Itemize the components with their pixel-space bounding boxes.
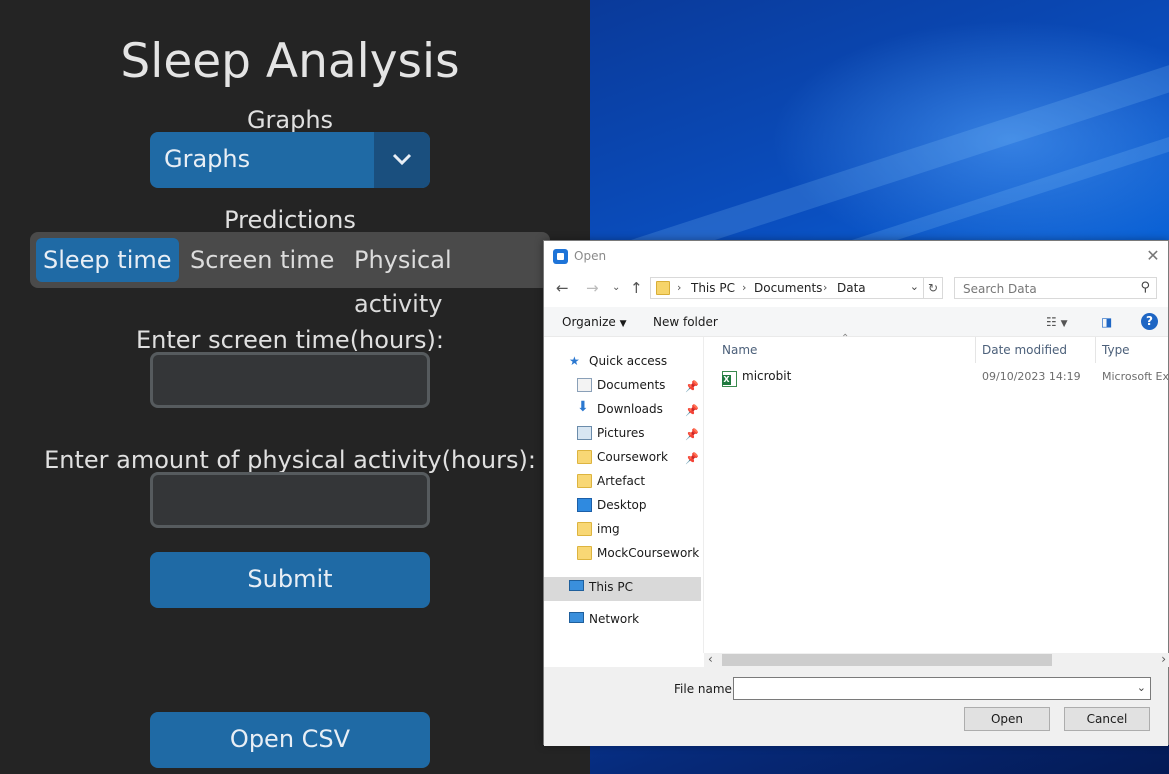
open-button[interactable]: Open bbox=[964, 707, 1050, 731]
pin-icon[interactable]: 📌 bbox=[685, 380, 699, 393]
nav-desktop-label: Desktop bbox=[597, 498, 647, 512]
network-icon bbox=[569, 612, 584, 623]
breadcrumb-separator-icon: › bbox=[742, 281, 747, 294]
pin-icon[interactable]: 📌 bbox=[685, 404, 699, 417]
column-divider[interactable] bbox=[975, 337, 976, 363]
navigation-pane: ★ Quick access Documents 📌 ⬇ Downloads 📌… bbox=[544, 337, 704, 653]
breadcrumb-this-pc[interactable]: This PC bbox=[691, 281, 735, 295]
file-row-name[interactable]: microbit bbox=[742, 369, 791, 383]
segment-sleep-time[interactable]: Sleep time bbox=[36, 238, 179, 282]
command-bar: Organize ▼ New folder ☷ ▼ ◨ ? bbox=[544, 307, 1168, 337]
sleep-analysis-window: Sleep Analysis Graphs Graphs Predictions… bbox=[0, 0, 590, 774]
scroll-left-icon[interactable]: ‹ bbox=[708, 652, 713, 666]
graphs-label: Graphs bbox=[246, 106, 334, 134]
horizontal-scrollbar[interactable]: ‹ › bbox=[704, 652, 1169, 667]
pin-icon[interactable]: 📌 bbox=[685, 452, 699, 465]
folder-icon bbox=[577, 522, 592, 536]
column-header-type[interactable]: Type bbox=[1102, 343, 1130, 357]
recent-locations-chevron-icon[interactable]: ⌄ bbox=[612, 282, 620, 293]
nav-artefact-label: Artefact bbox=[597, 474, 646, 488]
pin-icon[interactable]: 📌 bbox=[685, 428, 699, 441]
column-header-date-modified[interactable]: Date modified bbox=[982, 343, 1067, 357]
dialog-title: Open bbox=[574, 249, 607, 263]
view-options-icon[interactable]: ☷ ▼ bbox=[1046, 315, 1068, 329]
organize-label: Organize bbox=[562, 315, 616, 329]
file-name-label: File name: bbox=[674, 682, 736, 696]
scrollbar-thumb[interactable] bbox=[722, 654, 1052, 666]
sort-ascending-icon: ⌃ bbox=[841, 333, 850, 344]
star-icon: ★ bbox=[569, 354, 580, 368]
column-divider[interactable] bbox=[1095, 337, 1096, 363]
segment-screen-time[interactable]: Screen time bbox=[183, 238, 341, 282]
graphs-dropdown-value: Graphs bbox=[164, 145, 251, 173]
desktop-icon bbox=[577, 498, 592, 512]
chevron-down-icon[interactable]: ⌄ bbox=[1137, 681, 1146, 694]
nav-pictures-label: Pictures bbox=[597, 426, 645, 440]
nav-mockcoursework-label: MockCoursework bbox=[597, 546, 700, 560]
app-icon bbox=[553, 249, 568, 264]
chevron-down-icon[interactable]: ⌄ bbox=[910, 280, 919, 293]
nav-documents-label: Documents bbox=[597, 378, 666, 392]
cancel-button[interactable]: Cancel bbox=[1064, 707, 1150, 731]
physical-activity-input[interactable] bbox=[150, 472, 430, 528]
excel-file-icon bbox=[722, 371, 737, 387]
app-title: Sleep Analysis bbox=[120, 34, 460, 89]
file-row-date: 09/10/2023 14:19 bbox=[982, 370, 1081, 383]
address-bar[interactable]: › This PC › Documents › Data ⌄ bbox=[650, 277, 924, 299]
download-arrow-icon: ⬇ bbox=[577, 399, 589, 415]
forward-arrow-icon[interactable]: → bbox=[586, 279, 599, 297]
submit-button[interactable]: Submit bbox=[150, 552, 430, 608]
chevron-down-icon: ▼ bbox=[619, 319, 627, 329]
back-arrow-icon[interactable]: ← bbox=[556, 279, 569, 297]
nav-this-pc-label: This PC bbox=[589, 580, 633, 594]
new-folder-button[interactable]: New folder bbox=[653, 315, 718, 329]
predictions-segmented-button: Sleep time Screen time Physical activity bbox=[30, 232, 550, 318]
nav-coursework-label: Coursework bbox=[597, 450, 668, 464]
help-icon[interactable]: ? bbox=[1141, 313, 1158, 330]
documents-icon bbox=[577, 378, 592, 392]
breadcrumb-data[interactable]: Data bbox=[837, 281, 866, 295]
up-arrow-icon[interactable]: ↑ bbox=[630, 279, 643, 297]
dropdown-arrow[interactable] bbox=[374, 132, 430, 188]
folder-icon bbox=[577, 546, 592, 560]
organize-menu[interactable]: Organize ▼ bbox=[562, 315, 627, 329]
file-name-input[interactable]: ⌄ bbox=[733, 677, 1151, 700]
graphs-dropdown[interactable]: Graphs bbox=[150, 132, 430, 188]
screen-time-input[interactable] bbox=[150, 352, 430, 408]
folder-icon bbox=[656, 281, 670, 295]
refresh-icon[interactable]: ↻ bbox=[924, 277, 943, 299]
search-box[interactable]: Search Data ⚲ bbox=[954, 277, 1157, 299]
dialog-titlebar[interactable]: Open ✕ bbox=[544, 241, 1168, 271]
breadcrumb-separator-icon: › bbox=[677, 281, 682, 294]
open-csv-button[interactable]: Open CSV bbox=[150, 712, 430, 768]
dialog-footer: File name: ⌄ Open Cancel bbox=[544, 667, 1168, 746]
screen-time-label: Enter screen time(hours): bbox=[136, 326, 444, 354]
close-icon[interactable]: ✕ bbox=[1142, 245, 1164, 267]
predictions-label: Predictions bbox=[224, 206, 356, 234]
search-icon: ⚲ bbox=[1140, 280, 1150, 295]
scroll-right-icon[interactable]: › bbox=[1161, 652, 1166, 666]
open-file-dialog: Open ✕ ← → ⌄ ↑ › This PC › Documents › D… bbox=[543, 240, 1169, 746]
breadcrumb-documents[interactable]: Documents bbox=[754, 281, 822, 295]
physical-activity-label: Enter amount of physical activity(hours)… bbox=[44, 446, 536, 474]
nav-network-label: Network bbox=[589, 612, 640, 626]
folder-icon bbox=[577, 450, 592, 464]
chevron-down-icon bbox=[392, 153, 412, 166]
nav-quick-access-label: Quick access bbox=[589, 354, 668, 368]
file-row-type: Microsoft Ex bbox=[1102, 370, 1169, 383]
pictures-icon bbox=[577, 426, 592, 440]
nav-downloads-label: Downloads bbox=[597, 402, 663, 416]
nav-img-label: img bbox=[597, 522, 620, 536]
segment-physical-activity[interactable]: Physical activity bbox=[347, 238, 550, 318]
computer-icon bbox=[569, 580, 584, 591]
folder-icon bbox=[577, 474, 592, 488]
preview-pane-icon[interactable]: ◨ bbox=[1101, 315, 1112, 329]
column-header-name[interactable]: Name bbox=[722, 343, 757, 357]
breadcrumb-separator-icon: › bbox=[823, 281, 828, 294]
search-placeholder: Search Data bbox=[963, 282, 1037, 296]
